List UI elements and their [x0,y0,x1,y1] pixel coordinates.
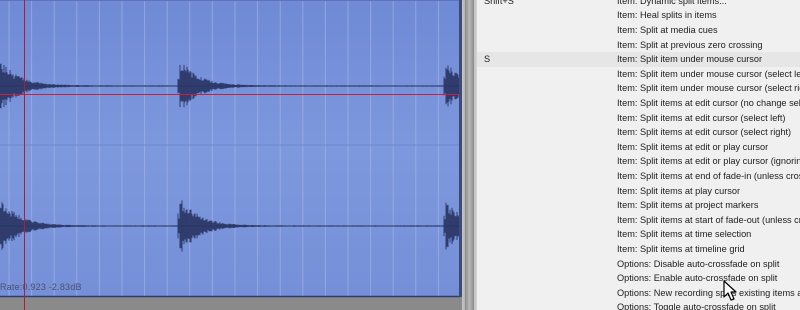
action-row[interactable]: Options: Enable auto-crossfade on split [477,271,800,286]
action-description: Item: Split item under mouse cursor [617,54,763,65]
action-row[interactable]: Options: Disable auto-crossfade on split [477,257,800,272]
action-description: Item: Split at media cues [617,24,718,35]
action-row[interactable]: Item: Split at media cues [477,23,800,38]
action-row[interactable]: Item: Split items at timeline grid [477,242,800,257]
action-description: Item: Split items at edit or play cursor [617,141,769,152]
action-description: Item: Split items at edit cursor (select… [617,127,792,138]
mouse-pointer-icon [723,280,737,301]
action-description: Item: Split items at time selection [617,229,752,240]
action-row[interactable]: Item: Split items at edit cursor (no cha… [477,96,800,111]
action-row[interactable]: Item: Split item under mouse cursor (sel… [477,81,800,96]
action-description: Item: Split items at edit or play cursor… [617,156,800,167]
action-row[interactable]: Item: Split items at edit or play cursor [477,140,800,155]
action-row[interactable]: Item: Split items at project markers [477,198,800,213]
action-description: Item: Split items at end of fade-in (unl… [617,170,800,181]
action-row[interactable]: Options: Toggle auto-crossfade on split [477,300,800,310]
action-description: Options: Disable auto-crossfade on split [617,258,780,269]
scrollbar-thumb[interactable] [465,0,474,310]
media-item[interactable] [0,0,462,310]
action-description: Item: Split items at play cursor [617,185,741,196]
action-shortcut: S [484,54,491,65]
item-info-label: Rate:0.923 -2.83dB [0,282,82,292]
action-description: Item: Split items at timeline grid [617,243,745,254]
arrange-scrollbar[interactable] [462,0,477,310]
action-row[interactable]: Options: New recording splits existing i… [477,286,800,301]
action-row[interactable]: S Item: Split item under mouse cursor [477,52,800,67]
action-row[interactable]: Item: Split items at end of fade-in (unl… [477,169,800,184]
arrange-view[interactable]: Rate:0.923 -2.83dB [0,0,462,310]
action-row[interactable]: Shift+S Item: Dynamic split items... [477,0,800,8]
actions-list: Shift+S Item: Dynamic split items... Item:… [477,0,800,310]
action-description: Item: Split at previous zero crossing [617,39,763,50]
action-description: Options: New recording splits existing i… [617,287,800,298]
action-row[interactable]: Item: Heal splits in items [477,8,800,23]
action-shortcut: Shift+S [484,0,514,6]
action-row[interactable]: Item: Split items at start of fade-out (… [477,213,800,228]
action-description: Item: Heal splits in items [617,10,717,21]
action-row[interactable]: Item: Split items at edit or play cursor… [477,154,800,169]
action-description: Item: Dynamic split items... [617,0,727,6]
action-description: Options: Enable auto-crossfade on split [617,273,778,284]
action-row[interactable]: Item: Split item under mouse cursor (sel… [477,67,800,82]
action-row[interactable]: Item: Split items at play cursor [477,184,800,199]
action-description: Item: Split item under mouse cursor (sel… [617,83,800,94]
action-description: Item: Split items at edit cursor (select… [617,112,786,123]
action-row[interactable]: Item: Split at previous zero crossing [477,38,800,53]
action-description: Item: Split items at project markers [617,200,759,211]
action-row[interactable]: Item: Split items at time selection [477,227,800,242]
action-description: Item: Split items at edit cursor (no cha… [617,97,800,108]
action-description: Item: Split item under mouse cursor (sel… [617,68,800,79]
action-row[interactable]: Item: Split items at edit cursor (select… [477,111,800,126]
action-description: Item: Split items at start of fade-out (… [617,214,800,225]
item-background [0,0,460,297]
action-row[interactable]: Item: Split items at edit cursor (select… [477,125,800,140]
action-description: Options: Toggle auto-crossfade on split [617,302,776,310]
